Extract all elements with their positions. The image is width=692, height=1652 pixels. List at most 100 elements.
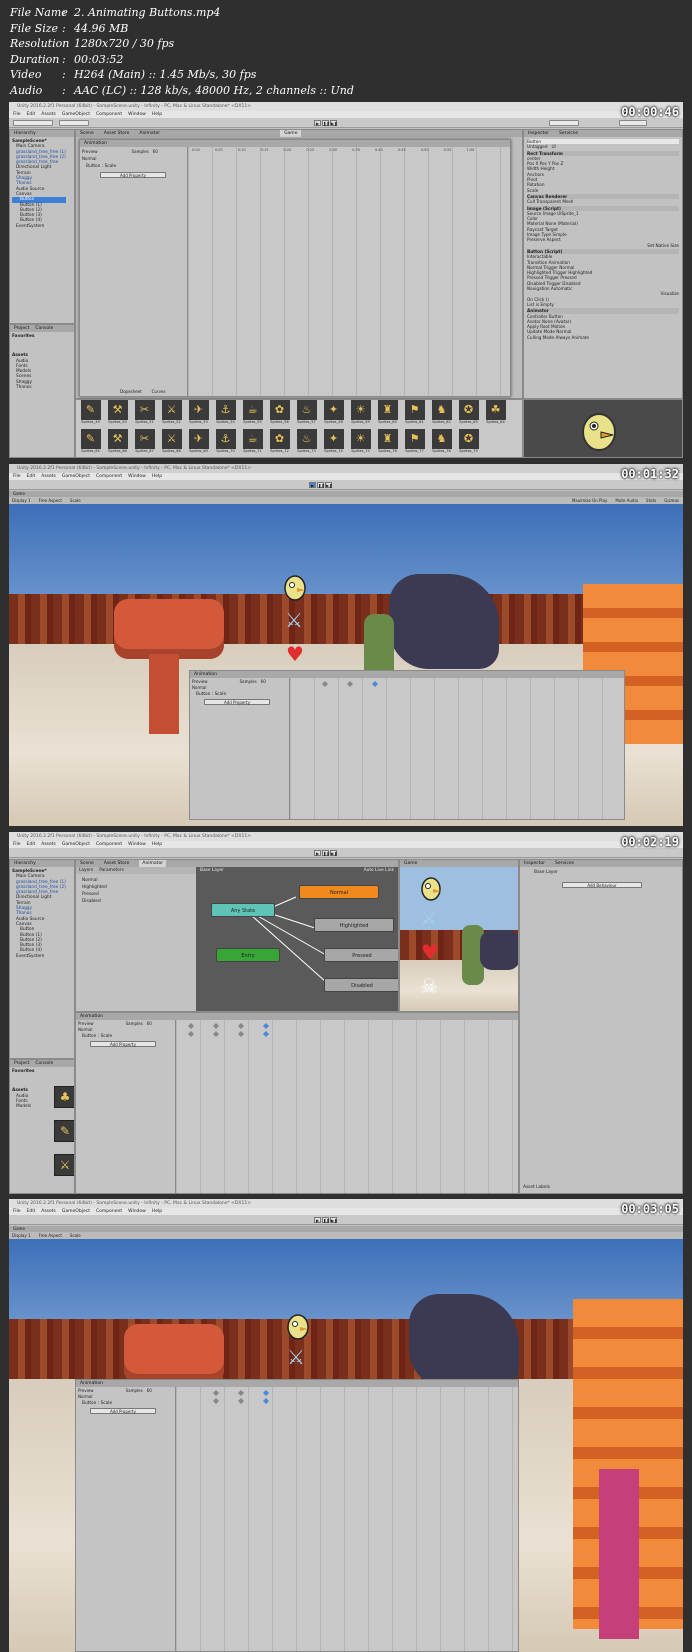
- menu-window[interactable]: Window: [128, 111, 146, 118]
- animated-property[interactable]: Button : Scale: [82, 1034, 112, 1039]
- sprite-asset[interactable]: ♞ Sprites_78: [429, 429, 454, 457]
- pause-icon[interactable]: ❚❚: [322, 850, 330, 856]
- tab-animator[interactable]: Animator: [139, 130, 160, 137]
- layer-dropdown[interactable]: UI: [551, 144, 555, 149]
- menu-window[interactable]: Window: [128, 473, 146, 480]
- state-entry[interactable]: Entry: [216, 948, 280, 962]
- menu-help[interactable]: Help: [152, 473, 162, 480]
- tab-console[interactable]: Console: [35, 325, 53, 332]
- tab-console[interactable]: Console: [35, 1060, 53, 1067]
- tab-asset-store[interactable]: Asset Store: [104, 860, 130, 867]
- menu-help[interactable]: Help: [152, 1208, 162, 1215]
- dopesheet-timeline[interactable]: [176, 1020, 518, 1193]
- sprite-asset[interactable]: ✂ Sprites_67: [132, 429, 157, 457]
- preview-toggle[interactable]: Preview: [78, 1021, 94, 1026]
- clip-dropdown[interactable]: Normal: [78, 1027, 92, 1032]
- tab-dopesheet[interactable]: Dopesheet: [120, 389, 142, 394]
- preview-toggle[interactable]: Preview: [192, 679, 208, 684]
- state-normal[interactable]: Normal: [299, 885, 379, 899]
- menu-file[interactable]: File: [13, 841, 21, 848]
- animation-tab[interactable]: Animation: [80, 140, 510, 147]
- menu-component[interactable]: Component: [96, 111, 122, 118]
- sprite-asset[interactable]: ⚔ Sprites_52: [159, 400, 184, 428]
- dopesheet-timeline[interactable]: [188, 147, 510, 396]
- sprite-asset[interactable]: ✦ Sprites_58: [321, 400, 346, 428]
- parameter-trigger[interactable]: Pressed: [82, 891, 190, 898]
- play-icon[interactable]: ▶: [314, 120, 321, 126]
- favorites-folder[interactable]: Favorites: [12, 334, 34, 339]
- sprite-asset[interactable]: ✎ Sprites_49: [78, 400, 103, 428]
- maximize-toggle[interactable]: Maximize On Play: [572, 497, 608, 504]
- clip-dropdown[interactable]: Normal: [78, 1394, 92, 1399]
- add-property-button[interactable]: Add Property: [204, 699, 270, 705]
- animated-property[interactable]: Button : Scale: [82, 1401, 112, 1406]
- hierarchy-item[interactable]: EventSystem: [12, 954, 66, 959]
- aspect-dropdown[interactable]: Free Aspect: [39, 497, 62, 504]
- project-folder[interactable]: Models: [12, 1104, 34, 1109]
- play-icon[interactable]: ▶: [309, 482, 316, 488]
- menu-assets[interactable]: Assets: [41, 841, 56, 848]
- add-property-button[interactable]: Add Property: [90, 1041, 156, 1047]
- sprite-asset[interactable]: ✈ Sprites_69: [186, 429, 211, 457]
- hierarchy-tab[interactable]: Hierarchy: [10, 130, 74, 137]
- tab-scene[interactable]: Scene: [80, 130, 94, 137]
- samples-field[interactable]: 60: [147, 1388, 152, 1393]
- state-any[interactable]: Any State: [211, 903, 275, 917]
- sprite-asset[interactable]: ☀ Sprites_75: [348, 429, 373, 457]
- swords-button-icon[interactable]: ⚔: [285, 610, 303, 630]
- transform-tools[interactable]: [13, 120, 53, 126]
- state-disabled[interactable]: Disabled: [324, 978, 398, 992]
- keyframe-markers[interactable]: [186, 1023, 276, 1037]
- menu-window[interactable]: Window: [128, 841, 146, 848]
- pivot-toggle[interactable]: [59, 120, 89, 126]
- menu-help[interactable]: Help: [152, 111, 162, 118]
- state-highlighted[interactable]: Highlighted: [314, 918, 394, 932]
- dopesheet-timeline[interactable]: [176, 1387, 518, 1651]
- chick-button-icon[interactable]: [418, 874, 444, 902]
- menu-edit[interactable]: Edit: [27, 473, 36, 480]
- animation-tab[interactable]: Animation: [76, 1380, 518, 1387]
- swords-button-icon[interactable]: ⚔: [287, 1347, 305, 1367]
- menu-component[interactable]: Component: [96, 841, 122, 848]
- pause-icon[interactable]: ❚❚: [322, 120, 330, 126]
- menu-edit[interactable]: Edit: [27, 111, 36, 118]
- menu-file[interactable]: File: [13, 1208, 21, 1215]
- sprite-asset[interactable]: ⚓ Sprites_70: [213, 429, 238, 457]
- add-property-button[interactable]: Add Property: [90, 1408, 156, 1414]
- inspector-row[interactable]: Cull Transparent Mesh: [527, 199, 679, 204]
- favorites-folder[interactable]: Favorites: [12, 1069, 34, 1074]
- preview-toggle[interactable]: Preview: [82, 149, 98, 154]
- sprite-asset[interactable]: ♨ Sprites_73: [294, 429, 319, 457]
- animation-tab[interactable]: Animation: [190, 671, 624, 678]
- sprite-thumbnail-icon[interactable]: ♣: [54, 1086, 74, 1108]
- sprite-asset[interactable]: ✪ Sprites_79: [456, 429, 481, 457]
- time-ruler[interactable]: 0:00 0:05 0:10 0:15 0:20 0:25 0:30 0:35 0:40 0:45…: [192, 148, 510, 153]
- state-pressed[interactable]: Pressed: [324, 948, 398, 962]
- sprite-asset[interactable]: ♜ Sprites_76: [375, 429, 400, 457]
- menu-edit[interactable]: Edit: [27, 1208, 36, 1215]
- sprite-asset[interactable]: ✈ Sprites_53: [186, 400, 211, 428]
- parameter-trigger[interactable]: Normal: [82, 877, 190, 884]
- display-dropdown[interactable]: Display 1: [12, 1232, 31, 1239]
- sprite-asset[interactable]: ☕ Sprites_55: [240, 400, 265, 428]
- aspect-dropdown[interactable]: Free Aspect: [39, 1232, 62, 1239]
- project-folder[interactable]: Scenes: [12, 374, 34, 379]
- parameter-trigger[interactable]: Highlighted: [82, 884, 190, 891]
- heart-button-icon[interactable]: ♥: [421, 942, 439, 962]
- add-behaviour-button[interactable]: Add Behaviour: [562, 882, 642, 888]
- sprite-asset[interactable]: ☘ Sprites_64: [483, 400, 508, 428]
- sprite-asset[interactable]: ⚑ Sprites_61: [402, 400, 427, 428]
- sprite-asset[interactable]: ✪ Sprites_63: [456, 400, 481, 428]
- layers-dropdown[interactable]: [619, 120, 647, 126]
- tab-parameters[interactable]: Parameters: [99, 868, 124, 873]
- parameter-trigger[interactable]: Disabled: [82, 898, 190, 905]
- inspector-row[interactable]: Culling Mode Always Animate: [527, 335, 679, 340]
- inspector-layer-name[interactable]: Base Layer: [534, 870, 558, 875]
- step-icon[interactable]: ▶❚: [325, 482, 332, 488]
- menu-component[interactable]: Component: [96, 473, 122, 480]
- sprite-asset[interactable]: ☕ Sprites_71: [240, 429, 265, 457]
- sprite-asset[interactable]: ✦ Sprites_74: [321, 429, 346, 457]
- tab-project[interactable]: Project: [14, 325, 29, 332]
- add-property-button[interactable]: Add Property: [100, 172, 166, 178]
- dopesheet-timeline[interactable]: [290, 678, 624, 819]
